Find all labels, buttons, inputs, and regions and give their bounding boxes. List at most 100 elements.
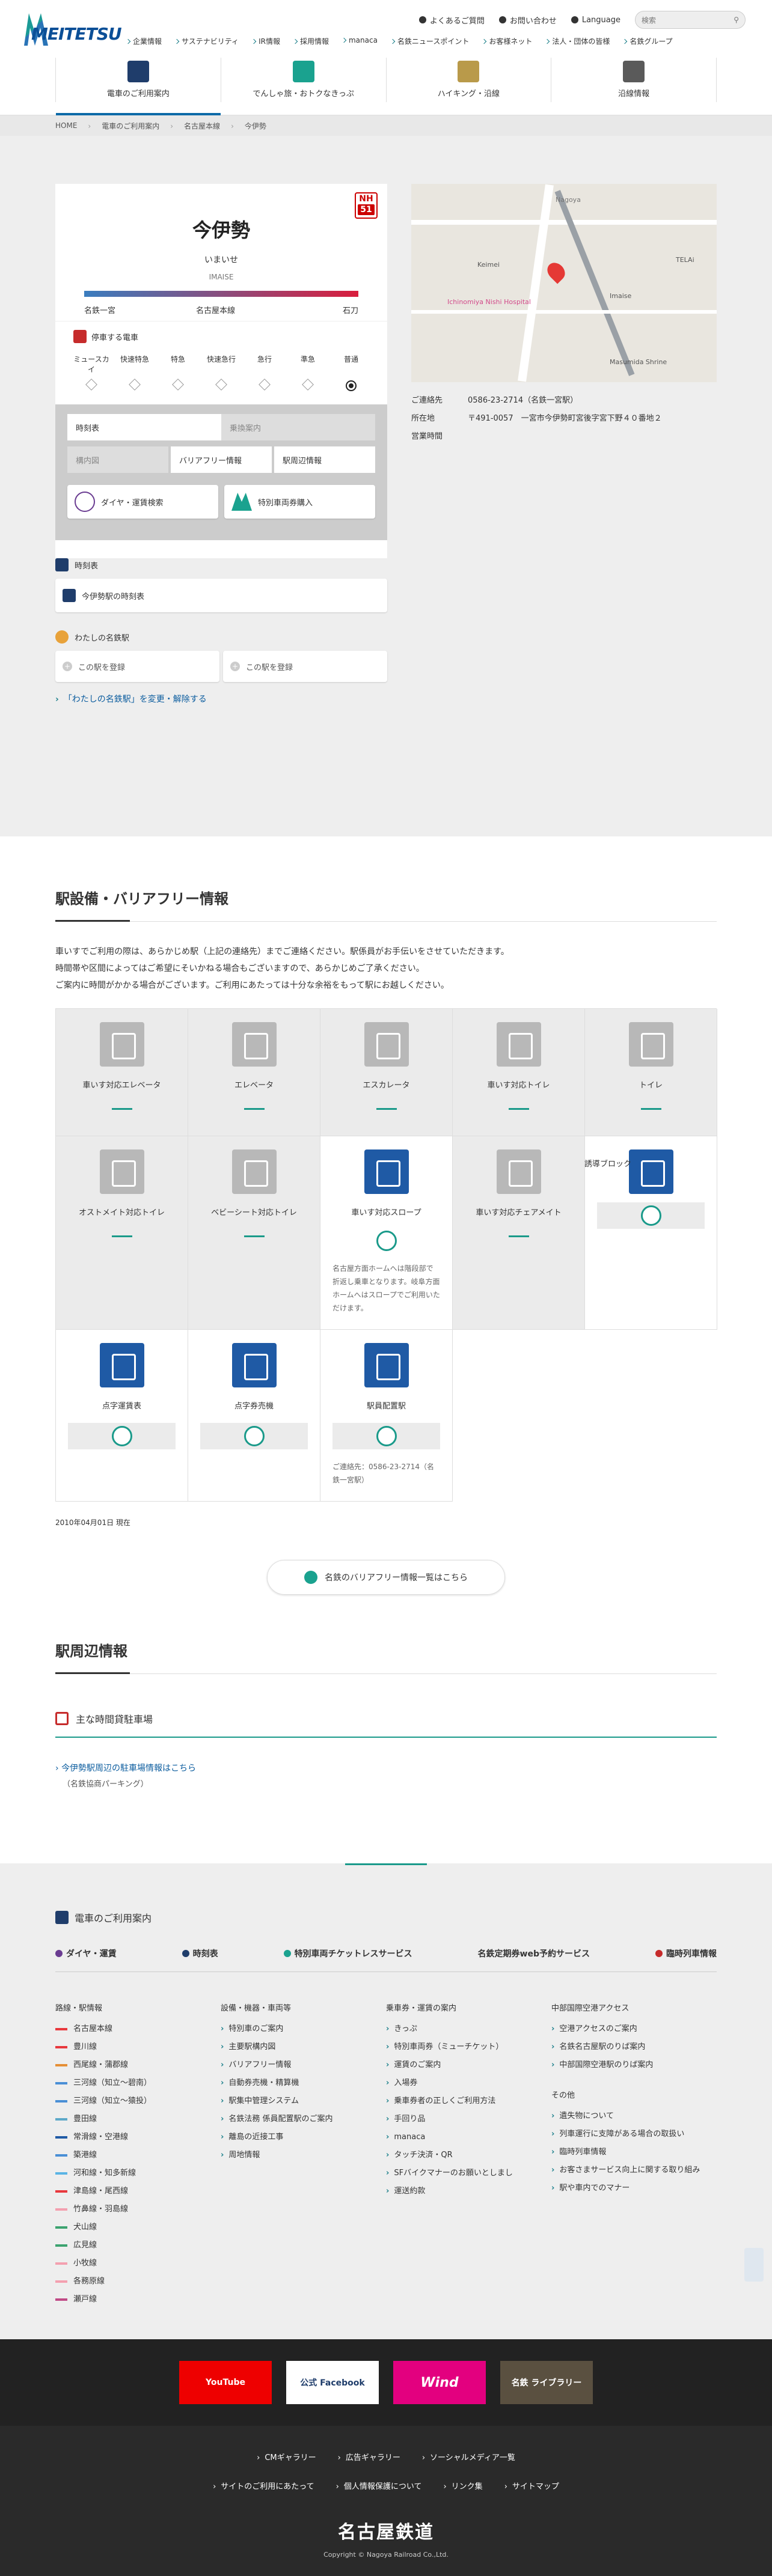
footer-list-item[interactable]: お客さまサービス向上に関する取り組み: [551, 2161, 717, 2179]
station-map[interactable]: Nagoya Keimei Ichinomiya Nishi Hospital …: [411, 184, 717, 382]
footer-list-item[interactable]: 入場券: [386, 2074, 551, 2092]
map-railway: [554, 190, 635, 376]
prev-station[interactable]: 名鉄一宮: [84, 304, 115, 315]
timetable-link[interactable]: 今伊勢駅の時刻表: [55, 579, 387, 612]
corp-link[interactable]: 名鉄ニュースポイント: [391, 36, 469, 46]
footer-list-item[interactable]: 各務原線: [55, 2273, 221, 2291]
faq-link[interactable]: よくあるご質問: [418, 14, 485, 26]
footer-link[interactable]: リンク集: [443, 2473, 483, 2501]
breadcrumb-item[interactable]: 電車のご利用案内: [88, 121, 159, 131]
footer-link[interactable]: サイトのご利用にあたって: [213, 2473, 314, 2501]
footer-list-item[interactable]: 西尾線・蒲郡線: [55, 2056, 221, 2074]
footer-list-item[interactable]: 中部国際空港駅のりば案内: [551, 2056, 717, 2074]
quick-link-timetable[interactable]: 時刻表: [182, 1947, 218, 1959]
footer-list-item[interactable]: 小牧線: [55, 2255, 221, 2273]
footer-list-item[interactable]: 広見線: [55, 2236, 221, 2255]
footer-list-item[interactable]: 列車運行に支障がある場合の取扱い: [551, 2125, 717, 2143]
library-banner[interactable]: 名鉄 ライブラリー: [500, 2361, 593, 2404]
corp-link[interactable]: 法人・団体の皆様: [545, 36, 610, 46]
facebook-banner[interactable]: 公式 Facebook: [286, 2361, 379, 2404]
footer-list-item[interactable]: 手回り品: [386, 2110, 551, 2128]
footer-list-item[interactable]: きっぷ: [386, 2020, 551, 2038]
quick-link-extra[interactable]: 臨時列車情報: [655, 1947, 717, 1959]
footer-list-item[interactable]: 離島の近接工事: [221, 2128, 386, 2146]
tab-map[interactable]: 構内図: [67, 446, 168, 473]
footer-list-item[interactable]: 乗車券者の正しくご利用方法: [386, 2092, 551, 2110]
footer-list-item[interactable]: 周地情報: [221, 2146, 386, 2164]
youtube-banner[interactable]: YouTube: [179, 2361, 272, 2404]
footer-list-item[interactable]: 竹鼻線・羽島線: [55, 2200, 221, 2218]
footer-list-item[interactable]: 自動券売機・精算機: [221, 2074, 386, 2092]
footer-list-item[interactable]: manaca: [386, 2128, 551, 2146]
breadcrumb-item[interactable]: HOME: [55, 121, 77, 130]
nav-hiking[interactable]: ハイキング・沿線: [385, 58, 551, 102]
footer-list-item[interactable]: 瀬戸線: [55, 2291, 221, 2309]
footer-list-item[interactable]: 駅集中管理システム: [221, 2092, 386, 2110]
footer-list-item[interactable]: 名鉄法務 係員配置駅のご案内: [221, 2110, 386, 2128]
footer-list-item[interactable]: 名古屋本線: [55, 2020, 221, 2038]
footer-list-item[interactable]: 築港線: [55, 2146, 221, 2164]
search-input[interactable]: 検索 ⚲: [635, 11, 746, 29]
footer-list-item[interactable]: 主要駅構内図: [221, 2038, 386, 2056]
corp-link[interactable]: 名鉄グループ: [623, 36, 672, 46]
nav-trip[interactable]: でんしゃ旅・おトクなきっぷ: [220, 58, 386, 102]
footer-list-item[interactable]: 豊川線: [55, 2038, 221, 2056]
quick-link-ticketless[interactable]: 特別車両チケットレスサービス: [283, 1947, 412, 1959]
footer-list-item[interactable]: 常滑線・空港線: [55, 2128, 221, 2146]
breadcrumb-item[interactable]: 名古屋本線: [170, 121, 220, 131]
footer-list-item[interactable]: 河和線・知多新線: [55, 2164, 221, 2182]
footer-link[interactable]: CMギャラリー: [257, 2444, 316, 2473]
nav-train-guide[interactable]: 電車のご利用案内: [55, 58, 221, 115]
footer-list-item[interactable]: 豊田線: [55, 2110, 221, 2128]
meitetsu-logo[interactable]: MEITETSU: [24, 13, 124, 50]
corp-link[interactable]: サステナビリティ: [175, 36, 239, 46]
footer-list-item[interactable]: 犬山線: [55, 2218, 221, 2236]
wind-banner[interactable]: Wind: [393, 2361, 486, 2404]
parking-link[interactable]: › 今伊勢駅周辺の駐車場情報はこちら: [55, 1762, 717, 1774]
barrierfree-list-button[interactable]: 名鉄のバリアフリー情報一覧はこちら: [267, 1560, 505, 1595]
footer-list-item[interactable]: 駅や車内でのマナー: [551, 2179, 717, 2197]
footer-list-item[interactable]: 特別車のご案内: [221, 2020, 386, 2038]
page-top-button[interactable]: [744, 2248, 764, 2282]
footer-link[interactable]: 個人情報保護について: [336, 2473, 422, 2501]
corp-link[interactable]: manaca: [342, 36, 378, 46]
nav-area[interactable]: 沿線情報: [551, 58, 717, 102]
corp-link[interactable]: お客様ネット: [482, 36, 532, 46]
dia-search-button[interactable]: ダイヤ・運賃検索: [67, 485, 218, 519]
language-link[interactable]: Language: [571, 16, 620, 25]
footer-list-item[interactable]: 空港アクセスのご案内: [551, 2020, 717, 2038]
footer-list-item[interactable]: 運送約款: [386, 2182, 551, 2200]
tab-barrierfree[interactable]: バリアフリー情報: [171, 446, 272, 473]
footer-list-item[interactable]: 臨時列車情報: [551, 2143, 717, 2161]
corp-link[interactable]: IR情報: [252, 36, 280, 46]
footer-list-item[interactable]: SFバイクマナーのお願いとしまし: [386, 2164, 551, 2182]
footer-link[interactable]: 広告ギャラリー: [338, 2444, 400, 2473]
footer-link[interactable]: ソーシャルメディア一覧: [422, 2444, 515, 2473]
quick-link-commuter[interactable]: 名鉄定期券web予約サービス: [478, 1947, 590, 1959]
footer-list-item[interactable]: 特別車両券（ミューチケット）: [386, 2038, 551, 2056]
station-name: 今伊勢: [192, 219, 250, 242]
register-station-button[interactable]: + この駅を登録: [55, 651, 219, 682]
change-my-station-link[interactable]: 「わたしの名鉄駅」を変更・解除する: [55, 693, 387, 705]
footer-list-item[interactable]: 津島線・尾西線: [55, 2182, 221, 2200]
footer-list-item[interactable]: 遺失物について: [551, 2107, 717, 2125]
footer-list-item[interactable]: 名鉄名古屋駅のりば案内: [551, 2038, 717, 2056]
tab-around[interactable]: 駅周辺情報: [274, 446, 375, 473]
footer-list-item[interactable]: タッチ決済・QR: [386, 2146, 551, 2164]
search-icon[interactable]: ⚲: [734, 16, 739, 24]
register-station-button[interactable]: + この駅を登録: [223, 651, 387, 682]
tab-transfer[interactable]: 乗換案内: [221, 414, 375, 440]
special-ticket-button[interactable]: 特別車両券購入: [224, 485, 375, 519]
footer-list-item[interactable]: 運賃のご案内: [386, 2056, 551, 2074]
footer-link[interactable]: サイトマップ: [504, 2473, 559, 2501]
footer-list-item[interactable]: 三河線（知立〜猿投）: [55, 2092, 221, 2110]
next-station[interactable]: 石刀: [343, 304, 358, 315]
footer-list-item[interactable]: 三河線（知立〜碧南）: [55, 2074, 221, 2092]
contact-link[interactable]: お問い合わせ: [498, 14, 557, 26]
corp-link[interactable]: 企業情報: [126, 36, 162, 46]
footer-list-item[interactable]: バリアフリー情報: [221, 2056, 386, 2074]
tab-timetable[interactable]: 時刻表: [67, 414, 221, 440]
line-name[interactable]: 名古屋本線: [196, 304, 235, 315]
corp-link[interactable]: 採用情報: [293, 36, 329, 46]
quick-link-dia[interactable]: ダイヤ・運賃: [55, 1947, 117, 1959]
